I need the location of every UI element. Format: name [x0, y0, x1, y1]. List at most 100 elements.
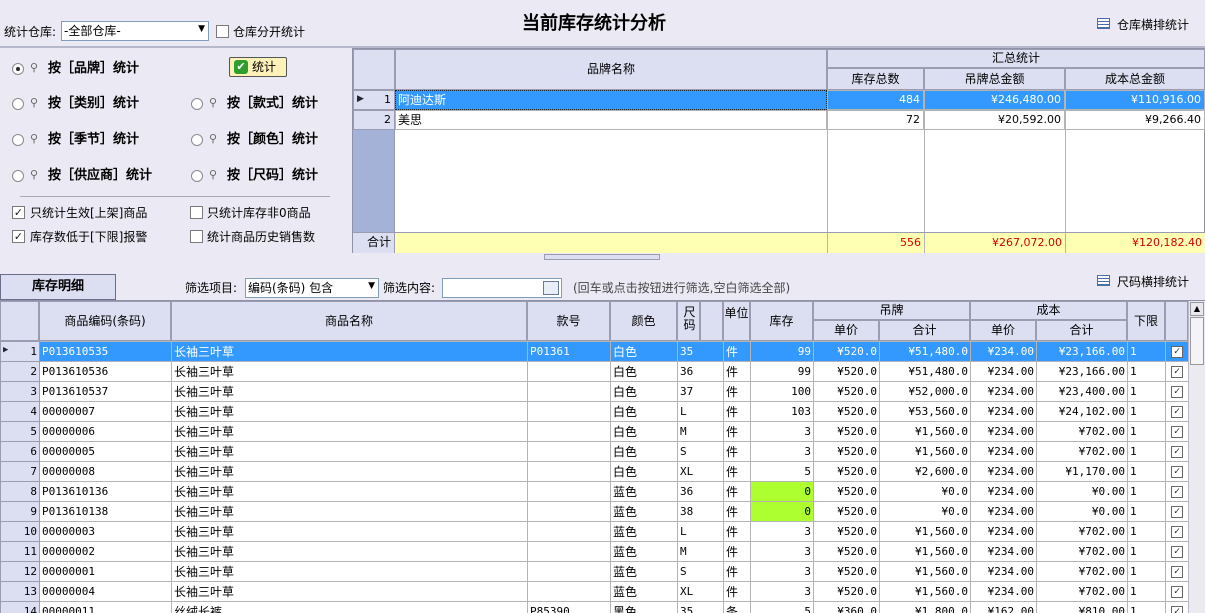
warehouse-split-checkbox[interactable] — [216, 25, 229, 38]
tp-cell: ¥520.0 — [813, 561, 880, 582]
low-stock-alert-checkbox[interactable]: ✓ — [12, 230, 25, 243]
row-check-cell: ✓ — [1165, 421, 1189, 442]
panel-splitter[interactable] — [544, 254, 660, 260]
row-checkbox[interactable]: ✓ — [1171, 426, 1183, 438]
option-by-supplier[interactable]: 按［供应商］统计 — [48, 168, 152, 184]
option-by-brand[interactable]: 按［品牌］统计 — [48, 61, 139, 77]
vertical-scrollbar[interactable]: ▲ — [1188, 301, 1205, 613]
row-checkbox[interactable]: ✓ — [1171, 526, 1183, 538]
row-header[interactable]: 14 — [0, 601, 40, 613]
radio-by-brand[interactable] — [12, 63, 24, 75]
min-cell: 1 — [1127, 501, 1166, 522]
option-by-season[interactable]: 按［季节］统计 — [48, 132, 139, 148]
table-row[interactable]: 7 00000008 长袖三叶草 白色 XL 件 5 ¥520.0 ¥2,600.0 ¥234.0… — [0, 461, 1189, 482]
header-cost-sum[interactable]: 合计 — [1036, 320, 1127, 341]
scroll-thumb[interactable] — [1190, 317, 1204, 365]
ts-cell: ¥51,480.0 — [879, 361, 971, 382]
row-checkbox[interactable]: ✓ — [1171, 446, 1183, 458]
row-checkbox[interactable]: ✓ — [1171, 406, 1183, 418]
table-row[interactable]: 5 00000006 长袖三叶草 白色 M 件 3 ¥520.0 ¥1,560.0 ¥234.00… — [0, 421, 1189, 442]
row-checkbox[interactable]: ✓ — [1171, 546, 1183, 558]
scroll-up-icon[interactable]: ▲ — [1190, 302, 1204, 316]
cs-cell: ¥1,170.00 — [1036, 461, 1128, 482]
row-checkbox[interactable]: ✓ — [1171, 506, 1183, 518]
table-row[interactable]: 12 00000001 长袖三叶草 蓝色 S 件 3 ¥520.0 ¥1,560.0 ¥234.0… — [0, 561, 1189, 582]
row-header[interactable]: 5 — [0, 421, 40, 442]
header-cost-price[interactable]: 单价 — [970, 320, 1036, 341]
history-sales-checkbox[interactable] — [190, 230, 203, 243]
radio-by-category[interactable] — [12, 98, 24, 110]
radio-by-supplier[interactable] — [12, 170, 24, 182]
row-header[interactable]: 10 — [0, 521, 40, 542]
row-checkbox[interactable]: ✓ — [1171, 586, 1183, 598]
row-check-cell: ✓ — [1165, 481, 1189, 502]
header-color[interactable]: 颜色 — [610, 301, 677, 341]
row-number: 2 — [30, 365, 37, 378]
warehouse-pivot-link[interactable]: 仓库横排统计 — [1097, 17, 1205, 33]
row-header[interactable]: 8 — [0, 481, 40, 502]
row-checkbox[interactable]: ✓ — [1171, 486, 1183, 498]
unit-cell: 件 — [723, 581, 751, 602]
warehouse-select[interactable]: -全部仓库- ▼ — [61, 21, 209, 41]
option-by-color[interactable]: 按［颜色］统计 — [227, 132, 318, 148]
tab-stock-detail[interactable]: 库存明细 — [0, 274, 116, 300]
row-header[interactable]: 7 — [0, 461, 40, 482]
row-checkbox[interactable]: ✓ — [1171, 566, 1183, 578]
table-row[interactable]: 13 00000004 长袖三叶草 蓝色 XL 件 3 ¥520.0 ¥1,560.0 ¥234.… — [0, 581, 1189, 602]
header-min[interactable]: 下限 — [1127, 301, 1165, 341]
header-tag-price[interactable]: 单价 — [813, 320, 879, 341]
row-checkbox[interactable]: ✓ — [1171, 386, 1183, 398]
table-row[interactable]: ▶ 1 P013610535 长袖三叶草 P01361 白色 35 件 99 ¥520.0 ¥51,… — [0, 341, 1189, 362]
table-row[interactable]: 3 P013610537 长袖三叶草 白色 37 件 100 ¥520.0 ¥52,000.0 ¥… — [0, 381, 1189, 402]
row-number: 13 — [23, 585, 37, 598]
only-active-checkbox[interactable]: ✓ — [12, 206, 25, 219]
table-row[interactable]: 10 00000003 长袖三叶草 蓝色 L 件 3 ¥520.0 ¥1,560.0 ¥234.0… — [0, 521, 1189, 542]
min-cell: 1 — [1127, 361, 1166, 382]
radio-by-style[interactable] — [191, 98, 203, 110]
stat-button[interactable]: ✔ 统计 — [229, 57, 287, 77]
radio-by-season[interactable] — [12, 134, 24, 146]
option-by-style[interactable]: 按［款式］统计 — [227, 96, 318, 112]
option-by-category[interactable]: 按［类别］统计 — [48, 96, 139, 112]
table-row[interactable]: 9 P013610138 长袖三叶草 蓝色 38 件 0 ¥520.0 ¥0.0 ¥234.00 ¥… — [0, 501, 1189, 522]
table-row[interactable]: 8 P013610136 长袖三叶草 蓝色 36 件 0 ¥520.0 ¥0.0 ¥234.00 ¥… — [0, 481, 1189, 502]
table-row[interactable]: 14 00000011 丝绒长裤 P85390 黑色 35 条 5 ¥360.0 ¥1,800.0… — [0, 601, 1189, 613]
row-header[interactable]: 13 — [0, 581, 40, 602]
row-checkbox[interactable]: ✓ — [1171, 366, 1183, 378]
min-cell: 1 — [1127, 601, 1166, 613]
summary-row[interactable]: 2 美思 72 ¥20,592.00 ¥9,266.40 — [353, 110, 1205, 130]
filter-content-input[interactable] — [442, 278, 562, 298]
header-unit[interactable]: 单位 — [723, 301, 750, 341]
filter-go-icon[interactable] — [543, 281, 559, 295]
header-code[interactable]: 商品编码(条码) — [39, 301, 171, 341]
header-style[interactable]: 款号 — [527, 301, 610, 341]
radio-by-color[interactable] — [191, 134, 203, 146]
row-header[interactable]: 6 — [0, 441, 40, 462]
row-checkbox[interactable]: ✓ — [1171, 466, 1183, 478]
summary-row[interactable]: ▶ 1 阿迪达斯 484 ¥246,480.00 ¥110,916.00 — [353, 90, 1205, 110]
table-row[interactable]: 2 P013610536 长袖三叶草 白色 36 件 99 ¥520.0 ¥51,480.0 ¥2… — [0, 361, 1189, 382]
row-header[interactable]: ▶ 1 — [0, 341, 40, 362]
size-pivot-link[interactable]: 尺码横排统计 — [1097, 274, 1205, 290]
radio-by-size[interactable] — [191, 170, 203, 182]
row-header[interactable]: 3 — [0, 381, 40, 402]
row-header[interactable]: 11 — [0, 541, 40, 562]
filter-item-select[interactable]: 编码(条码) 包含 ▼ — [245, 278, 379, 298]
only-nonzero-checkbox[interactable] — [190, 206, 203, 219]
header-stock[interactable]: 库存 — [750, 301, 813, 341]
tp-cell: ¥520.0 — [813, 361, 880, 382]
row-header[interactable]: 2 — [0, 361, 40, 382]
header-size[interactable]: 尺码 — [677, 301, 700, 341]
table-row[interactable]: 6 00000005 长袖三叶草 白色 S 件 3 ¥520.0 ¥1,560.0 ¥234.00… — [0, 441, 1189, 462]
table-row[interactable]: 4 00000007 长袖三叶草 白色 L 件 103 ¥520.0 ¥53,560.0 ¥234… — [0, 401, 1189, 422]
row-checkbox[interactable]: ✓ — [1171, 346, 1183, 358]
style-cell — [527, 401, 611, 422]
table-row[interactable]: 11 00000002 长袖三叶草 蓝色 M 件 3 ¥520.0 ¥1,560.0 ¥234.0… — [0, 541, 1189, 562]
header-tag-sum[interactable]: 合计 — [879, 320, 970, 341]
row-header[interactable]: 9 — [0, 501, 40, 522]
option-by-size[interactable]: 按［尺码］统计 — [227, 168, 318, 184]
row-header[interactable]: 4 — [0, 401, 40, 422]
header-name[interactable]: 商品名称 — [171, 301, 527, 341]
row-checkbox[interactable]: ✓ — [1171, 606, 1183, 613]
row-header[interactable]: 12 — [0, 561, 40, 582]
